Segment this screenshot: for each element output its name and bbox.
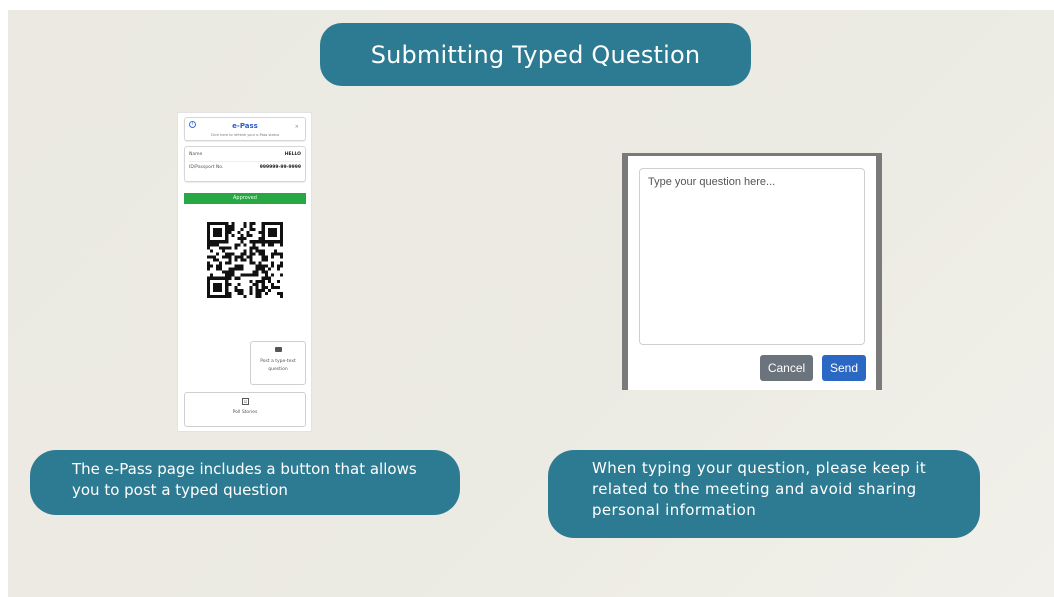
status-badge: Approved <box>184 193 306 204</box>
cancel-button[interactable]: Cancel <box>760 355 813 381</box>
caption-right: When typing your question, please keep i… <box>548 450 980 538</box>
divider <box>189 161 301 162</box>
chat-bubble-icon <box>275 347 282 352</box>
post-typed-question-button[interactable]: Post a type-text question <box>250 341 306 385</box>
send-button[interactable]: Send <box>822 355 866 381</box>
slide-title: Submitting Typed Question <box>320 23 751 86</box>
caption-left: The e-Pass page includes a button that a… <box>30 450 460 515</box>
close-icon[interactable]: × <box>295 124 299 130</box>
detail-label: ID/Passport No. <box>189 165 224 170</box>
post-button-label: Post a type-text question <box>260 359 296 372</box>
detail-label: Name <box>189 152 203 157</box>
detail-value: HELLO <box>284 152 301 157</box>
qr-code-icon <box>207 222 283 298</box>
checkbox-icon: ☑ <box>242 398 249 405</box>
question-input[interactable] <box>639 168 865 345</box>
epass-header[interactable]: i e-Pass Click here to refresh your e-Pa… <box>184 117 306 141</box>
detail-row-name: Name HELLO <box>189 152 301 160</box>
poll-button-label: Poll Stories <box>232 410 258 415</box>
poll-stories-button[interactable]: ☑ Poll Stories <box>184 392 306 427</box>
epass-subtitle: Click here to refresh your e-Pass status <box>210 133 280 137</box>
detail-row-id: ID/Passport No. 999999-99-9999 <box>189 165 301 173</box>
question-dialog: Cancel Send <box>622 153 882 390</box>
epass-screenshot: i e-Pass Click here to refresh your e-Pa… <box>177 112 312 432</box>
detail-value: 999999-99-9999 <box>259 165 301 170</box>
epass-details-card: Name HELLO ID/Passport No. 999999-99-999… <box>184 146 306 182</box>
epass-title: e-Pass <box>232 122 258 130</box>
